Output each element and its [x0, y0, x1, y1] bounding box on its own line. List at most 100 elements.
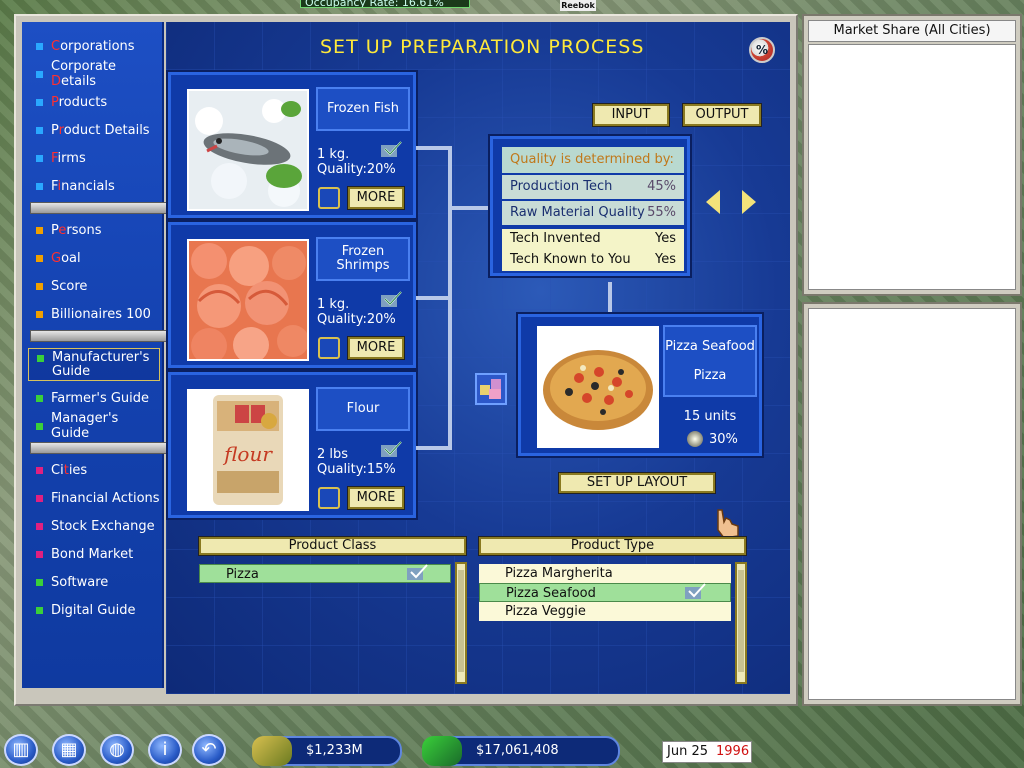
sidebar-item-manufacturers-guide[interactable]: Manufacturer's Guide: [28, 348, 160, 381]
connector-line: [416, 146, 452, 150]
ingredient-checkbox[interactable]: [318, 487, 340, 509]
bullet-icon: [36, 522, 43, 530]
checkmark-icon: [685, 583, 706, 599]
sidebar-item-label: Manager's Guide: [51, 411, 119, 441]
info-icon[interactable]: i: [148, 734, 182, 766]
connector-line: [448, 206, 492, 210]
market-share-title: Market Share (All Cities): [808, 20, 1016, 42]
date-year: 1996: [716, 744, 750, 759]
net-worth-value: $17,061,408: [476, 743, 559, 758]
sidebar-item-goal[interactable]: Goal: [28, 246, 160, 270]
ingredient-quality: Quality:15%: [317, 462, 396, 477]
sidebar-item-label: Farmer's Guide: [51, 390, 150, 406]
sidebar-item-label: Cities: [51, 462, 88, 478]
quality-row: Raw Material Quality 55%: [502, 201, 684, 225]
market-share-chart-area: [808, 44, 1016, 290]
game-date: Jun 25 1996: [662, 741, 752, 763]
net-worth-icon: [422, 736, 462, 766]
occupancy-rate-text: Occupancy Rate: 16.61%: [305, 0, 444, 8]
bullet-icon: [36, 254, 43, 262]
ingredient-checkbox[interactable]: [318, 187, 340, 209]
sidebar-item-stock-exchange[interactable]: Stock Exchange: [28, 514, 160, 538]
arrow-right-icon[interactable]: [742, 190, 756, 214]
ingredient-card-frozen-shrimps: Frozen Shrimps 1 kg. Quality:20% MORE: [166, 220, 418, 370]
ingredient-quantity: 2 lbs: [317, 447, 349, 462]
bullet-icon: [36, 42, 43, 50]
more-button[interactable]: MORE: [347, 186, 405, 210]
more-button[interactable]: MORE: [347, 336, 405, 360]
sidebar-item-firms[interactable]: Firms: [28, 146, 160, 170]
sidebar-item-product-details[interactable]: Product Details: [28, 118, 160, 142]
sidebar-item-financial-actions[interactable]: Financial Actions: [28, 486, 160, 510]
map-icon[interactable]: ▦: [52, 734, 86, 766]
sidebar-item-label: Manufacturer's Guide: [52, 350, 150, 379]
quality-medal-icon: [687, 431, 703, 447]
bullet-icon: [36, 494, 43, 502]
list-item[interactable]: Pizza Veggie: [479, 602, 731, 621]
sidebar-item-managers-guide[interactable]: Manager's Guide: [28, 411, 160, 441]
hand-cursor-icon: [717, 509, 739, 539]
output-product-card: Pizza Seafood Pizza 15 units 30%: [516, 312, 764, 458]
bullet-icon: [36, 282, 43, 290]
sidebar-item-label: Software: [51, 574, 109, 590]
sidebar-divider: [30, 330, 178, 342]
ingredient-quality: Quality:20%: [317, 312, 396, 327]
sidebar-item-financials[interactable]: Financials: [28, 174, 160, 198]
more-button[interactable]: MORE: [347, 486, 405, 510]
arrow-left-icon[interactable]: [706, 190, 720, 214]
output-button[interactable]: OUTPUT: [682, 103, 762, 127]
input-button[interactable]: INPUT: [592, 103, 670, 127]
sidebar-item-corporations[interactable]: Corporations: [28, 34, 160, 58]
percent-icon[interactable]: %: [749, 37, 775, 63]
sidebar-item-corporate-details[interactable]: Corporate Details: [28, 59, 160, 89]
sidebar-menu: Corporations Corporate Details Products …: [22, 22, 178, 688]
ingredient-name: Flour: [316, 387, 410, 431]
checkmark-icon: [407, 564, 428, 580]
sidebar-item-billionaires-100[interactable]: Billionaires 100: [28, 302, 160, 326]
ingredient-card-flour: flour Flour 2 lbs Quality:15% MORE: [166, 370, 418, 520]
sidebar-item-label: Products: [51, 94, 108, 110]
output-product-category: Pizza: [693, 368, 727, 383]
scrollbar-thumb[interactable]: [458, 570, 464, 672]
product-type-list: Pizza Margherita Pizza Seafood Pizza Veg…: [479, 562, 733, 684]
scrollbar-thumb[interactable]: [738, 570, 744, 672]
sidebar-item-cities[interactable]: Cities: [28, 458, 160, 482]
ingredient-quantity: 1 kg.: [317, 297, 350, 312]
globe-icon[interactable]: ◍: [100, 734, 134, 766]
sidebar-item-score[interactable]: Score: [28, 274, 160, 298]
connector-line: [416, 296, 452, 300]
ingredient-checkbox[interactable]: [318, 337, 340, 359]
fish-photo-icon: [187, 89, 309, 211]
bullet-icon: [37, 355, 44, 362]
info-panel: [802, 302, 1022, 706]
sidebar-item-products[interactable]: Products: [28, 90, 160, 114]
sidebar-item-farmers-guide[interactable]: Farmer's Guide: [28, 386, 160, 410]
sidebar-item-digital-guide[interactable]: Digital Guide: [28, 598, 160, 622]
quality-row: Tech Invented Yes: [502, 229, 684, 249]
bullet-icon: [36, 394, 43, 402]
sidebar-item-label: Financials: [51, 178, 115, 194]
bullet-icon: [36, 98, 43, 106]
quality-heading: Quality is determined by:: [502, 147, 684, 173]
output-product-name: Pizza Seafood: [665, 339, 755, 354]
list-item[interactable]: Pizza Margherita: [479, 564, 731, 583]
product-class-scrollbar[interactable]: [455, 562, 467, 684]
product-type-header: Product Type: [478, 536, 747, 556]
sidebar-item-persons[interactable]: Persons: [28, 218, 160, 242]
sidebar-item-software[interactable]: Software: [28, 570, 160, 594]
connector-line: [416, 446, 452, 450]
bullet-icon: [36, 154, 43, 162]
page-title: SET UP PREPARATION PROCESS: [320, 36, 645, 58]
product-class-header: Product Class: [198, 536, 467, 556]
sidebar-item-label: Corporations: [51, 38, 135, 54]
undo-icon[interactable]: ↶: [192, 734, 226, 766]
buildings-icon[interactable]: ▥: [4, 734, 38, 766]
checkmark-icon: [381, 291, 402, 307]
sidebar-item-bond-market[interactable]: Bond Market: [28, 542, 160, 566]
sidebar-item-label: Persons: [51, 222, 102, 238]
product-type-scrollbar[interactable]: [735, 562, 747, 684]
set-up-layout-button[interactable]: SET UP LAYOUT: [558, 472, 716, 494]
boxes-icon[interactable]: [475, 373, 507, 405]
quality-panel: Quality is determined by: Production Tec…: [488, 134, 692, 278]
bullet-icon: [36, 550, 43, 558]
